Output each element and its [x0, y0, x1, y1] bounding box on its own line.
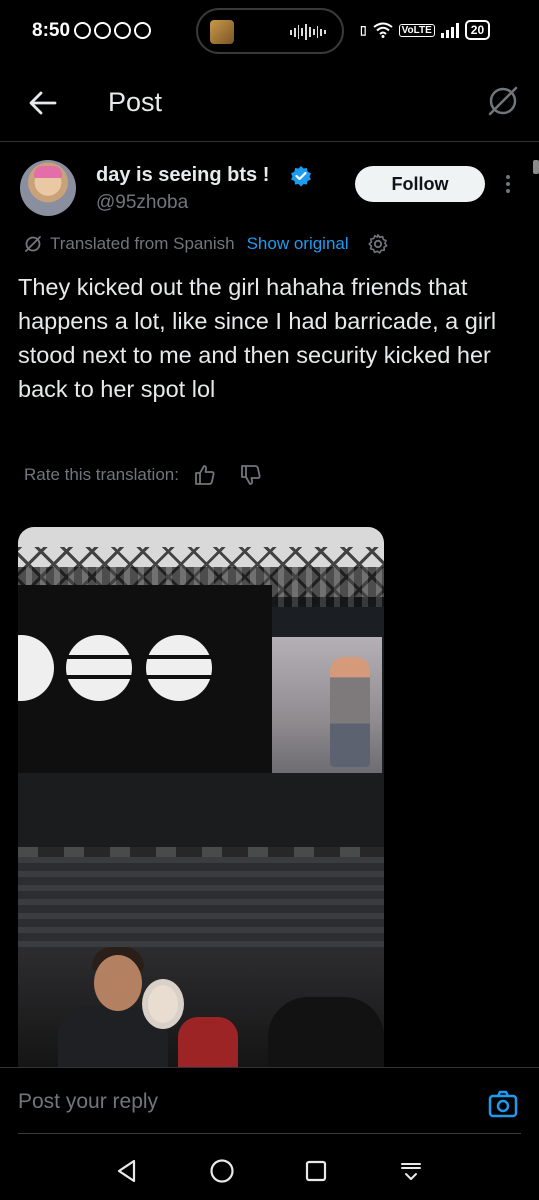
page-title: Post	[108, 87, 163, 117]
signal-icon	[440, 22, 459, 38]
scrollbar[interactable]	[533, 160, 539, 174]
rate-translation: Rate this translation:	[24, 462, 263, 488]
top-app-bar: Post	[0, 68, 539, 142]
audio-wave-icon	[290, 24, 326, 40]
system-nav-bar	[0, 1140, 539, 1200]
messenger-icon	[94, 22, 111, 39]
grok-slash-icon[interactable]	[486, 84, 520, 118]
grok-slash-icon	[25, 236, 41, 252]
post-video[interactable]	[18, 527, 384, 1067]
messenger-icon	[134, 22, 151, 39]
author-name[interactable]: day is seeing bts !	[96, 164, 269, 187]
dynamic-island-media[interactable]	[196, 8, 344, 54]
divider	[18, 1133, 521, 1134]
facebook-icon	[114, 22, 131, 39]
square-recents-icon[interactable]	[303, 1158, 329, 1184]
status-bar: 8:50 ▯ VoLTE 20	[0, 0, 539, 68]
rate-translation-label: Rate this translation:	[24, 465, 179, 484]
post-text: They kicked out the girl hahaha friends …	[18, 274, 497, 402]
facebook-icon	[74, 22, 91, 39]
status-indicators: ▯ VoLTE 20	[360, 20, 491, 40]
avatar[interactable]	[20, 160, 76, 216]
battery-indicator: 20	[464, 20, 491, 40]
vertical-dots-icon[interactable]	[500, 172, 516, 198]
gear-icon[interactable]	[367, 233, 389, 255]
notification-icons	[74, 22, 151, 39]
vibrate-icon: ▯	[360, 23, 367, 37]
author-handle[interactable]: @95zhoba	[96, 192, 188, 214]
reply-input[interactable]: Post your reply	[18, 1090, 158, 1114]
camera-icon[interactable]	[487, 1088, 519, 1120]
keyboard-hide-icon[interactable]	[398, 1158, 424, 1184]
translation-info: Translated from Spanish Show original	[24, 232, 389, 256]
album-art	[210, 20, 234, 44]
volte-badge: VoLTE	[398, 23, 435, 37]
verified-badge-icon	[291, 166, 311, 187]
follow-button[interactable]: Follow	[355, 166, 485, 202]
status-time: 8:50	[32, 20, 71, 41]
translated-label: Translated from Spanish	[50, 234, 235, 253]
thumbs-up-icon[interactable]	[193, 463, 217, 487]
show-original-link[interactable]: Show original	[247, 234, 349, 254]
wifi-icon	[372, 22, 393, 38]
triangle-back-icon[interactable]	[114, 1158, 140, 1184]
arrow-left-icon[interactable]	[28, 88, 58, 118]
circle-home-icon[interactable]	[209, 1158, 235, 1184]
thumbs-down-icon[interactable]	[239, 463, 263, 487]
